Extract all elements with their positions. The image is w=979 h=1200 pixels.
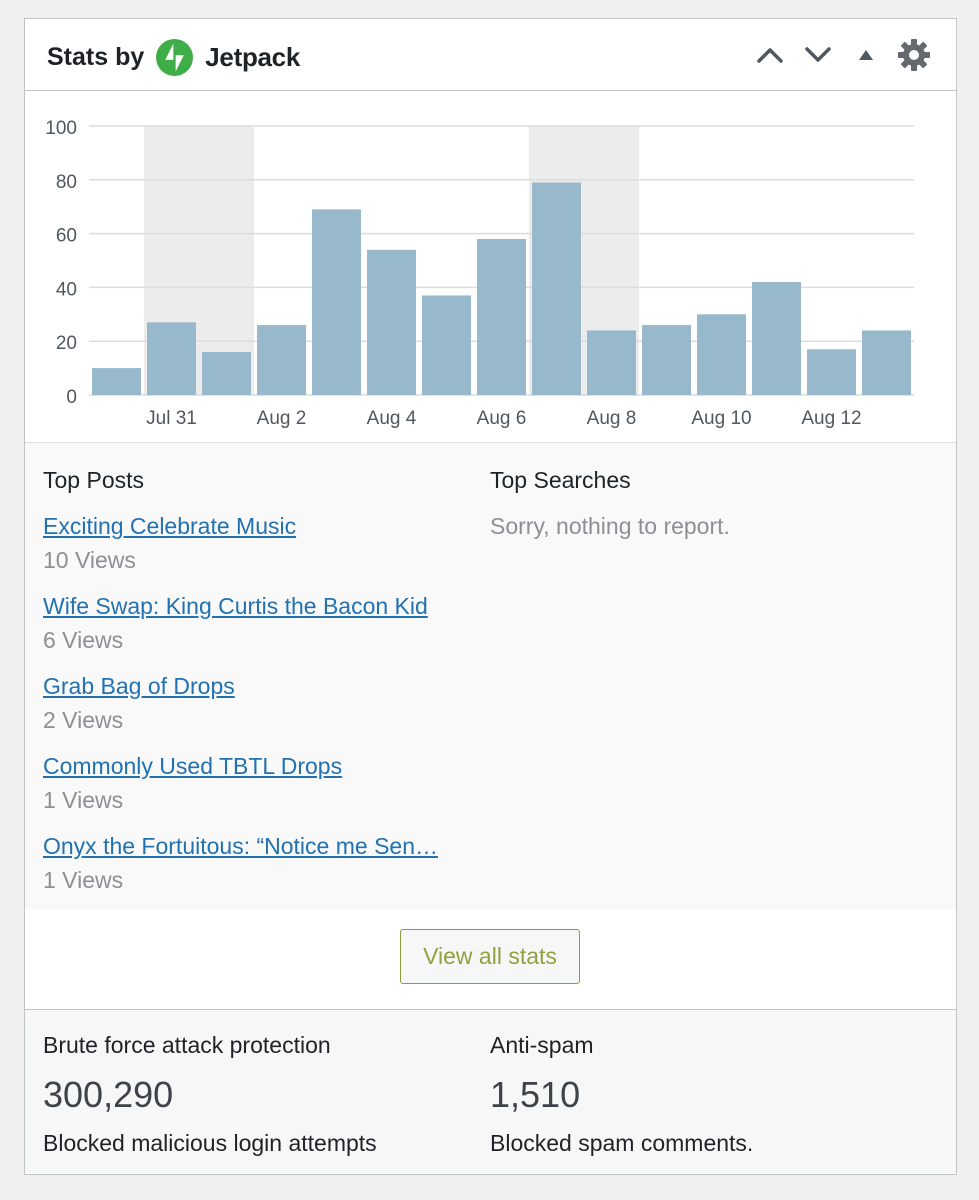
bar bbox=[642, 325, 691, 395]
security-section: Brute force attack protection 300,290 Bl… bbox=[25, 1010, 956, 1173]
stats-widget: Stats by Jetpack 0 20 40 60 80 100 Jul 3… bbox=[24, 18, 957, 1175]
post-link[interactable]: Wife Swap: King Curtis the Bacon Kid bbox=[43, 591, 463, 621]
bar-chart: 0 20 40 60 80 100 Jul 31 Aug 2 Aug 4 Aug 6 Aug 8 Au… bbox=[45, 118, 914, 429]
anti-spam-panel: Anti-spam 1,510 Blocked spam comments. bbox=[490, 1030, 753, 1158]
post-link[interactable]: Commonly Used TBTL Drops bbox=[43, 751, 463, 781]
post-link[interactable]: Grab Bag of Drops bbox=[43, 671, 463, 701]
x-tick-label: Aug 2 bbox=[257, 408, 307, 429]
brute-force-desc: Blocked malicious login attempts bbox=[43, 1130, 377, 1156]
y-tick-label: 100 bbox=[45, 118, 77, 139]
brute-force-title: Brute force attack protection bbox=[43, 1032, 331, 1058]
move-down-button[interactable] bbox=[794, 35, 842, 75]
top-posts-column: Top Posts Exciting Celebrate Music 10 Vi… bbox=[43, 443, 473, 895]
anti-spam-desc: Blocked spam comments. bbox=[490, 1130, 754, 1156]
list-item: Onyx the Fortuitous: “Notice me Sen… 1 V… bbox=[43, 831, 473, 895]
move-up-button[interactable] bbox=[746, 35, 794, 75]
anti-spam-title: Anti-spam bbox=[490, 1032, 594, 1058]
list-item: Wife Swap: King Curtis the Bacon Kid 6 V… bbox=[43, 591, 473, 655]
bar bbox=[532, 182, 581, 395]
bar bbox=[367, 249, 416, 395]
bar bbox=[147, 322, 196, 395]
view-all-stats-button[interactable]: View all stats bbox=[400, 929, 580, 984]
x-tick-label: Aug 10 bbox=[691, 408, 751, 429]
brute-force-panel: Brute force attack protection 300,290 Bl… bbox=[43, 1030, 377, 1158]
bar bbox=[477, 238, 526, 395]
top-searches-column: Top Searches Sorry, nothing to report. bbox=[490, 443, 930, 541]
widget-header: Stats by Jetpack bbox=[25, 19, 956, 91]
widget-title: Stats by Jetpack bbox=[47, 39, 300, 76]
post-views: 1 Views bbox=[43, 787, 124, 813]
bar bbox=[202, 351, 251, 395]
chevron-down-icon bbox=[805, 47, 831, 62]
chevron-up-icon bbox=[757, 48, 783, 63]
title-prefix: Stats by bbox=[47, 43, 145, 71]
bar bbox=[587, 330, 636, 395]
bar bbox=[752, 282, 801, 395]
jetpack-logo-icon bbox=[156, 39, 194, 76]
post-link[interactable]: Onyx the Fortuitous: “Notice me Sen… bbox=[43, 831, 463, 861]
anti-spam-count: 1,510 bbox=[490, 1074, 581, 1115]
x-tick-label: Jul 31 bbox=[146, 408, 197, 429]
toggle-panel-button[interactable] bbox=[842, 35, 890, 75]
x-tick-label: Aug 8 bbox=[587, 408, 637, 429]
triangle-up-icon bbox=[859, 50, 873, 60]
bar bbox=[92, 368, 141, 395]
list-item: Grab Bag of Drops 2 Views bbox=[43, 671, 473, 735]
top-posts-title: Top Posts bbox=[43, 467, 144, 493]
y-tick-label: 40 bbox=[56, 279, 77, 300]
brute-force-count: 300,290 bbox=[43, 1074, 174, 1115]
y-tick-label: 20 bbox=[56, 333, 77, 354]
x-tick-label: Aug 12 bbox=[801, 408, 861, 429]
top-searches-title: Top Searches bbox=[490, 467, 631, 493]
lists-section: Top Posts Exciting Celebrate Music 10 Vi… bbox=[25, 443, 956, 909]
view-all-zone: View all stats bbox=[25, 909, 956, 1010]
y-tick-label: 0 bbox=[66, 387, 77, 408]
gear-icon bbox=[898, 39, 930, 71]
top-posts-list: Exciting Celebrate Music 10 Views Wife S… bbox=[43, 511, 473, 895]
widget-controls bbox=[746, 35, 938, 75]
empty-message: Sorry, nothing to report. bbox=[490, 513, 730, 539]
post-views: 2 Views bbox=[43, 707, 124, 733]
bar bbox=[257, 325, 306, 395]
x-tick-label: Aug 4 bbox=[367, 408, 417, 429]
x-tick-label: Aug 6 bbox=[477, 408, 527, 429]
bar bbox=[807, 349, 856, 395]
post-views: 6 Views bbox=[43, 627, 124, 653]
post-views: 10 Views bbox=[43, 547, 136, 573]
bar bbox=[862, 330, 911, 395]
list-item: Exciting Celebrate Music 10 Views bbox=[43, 511, 473, 575]
y-tick-label: 60 bbox=[56, 226, 77, 247]
post-views: 1 Views bbox=[43, 867, 124, 893]
list-item: Commonly Used TBTL Drops 1 Views bbox=[43, 751, 473, 815]
y-tick-label: 80 bbox=[56, 172, 77, 193]
bar bbox=[422, 295, 471, 395]
post-link[interactable]: Exciting Celebrate Music bbox=[43, 511, 463, 541]
configure-button[interactable] bbox=[890, 35, 938, 75]
brand-name: Jetpack bbox=[205, 42, 301, 72]
views-chart: 0 20 40 60 80 100 Jul 31 Aug 2 Aug 4 Aug 6 Aug 8 Au… bbox=[25, 91, 956, 443]
bar bbox=[312, 209, 361, 395]
bar bbox=[697, 314, 746, 395]
